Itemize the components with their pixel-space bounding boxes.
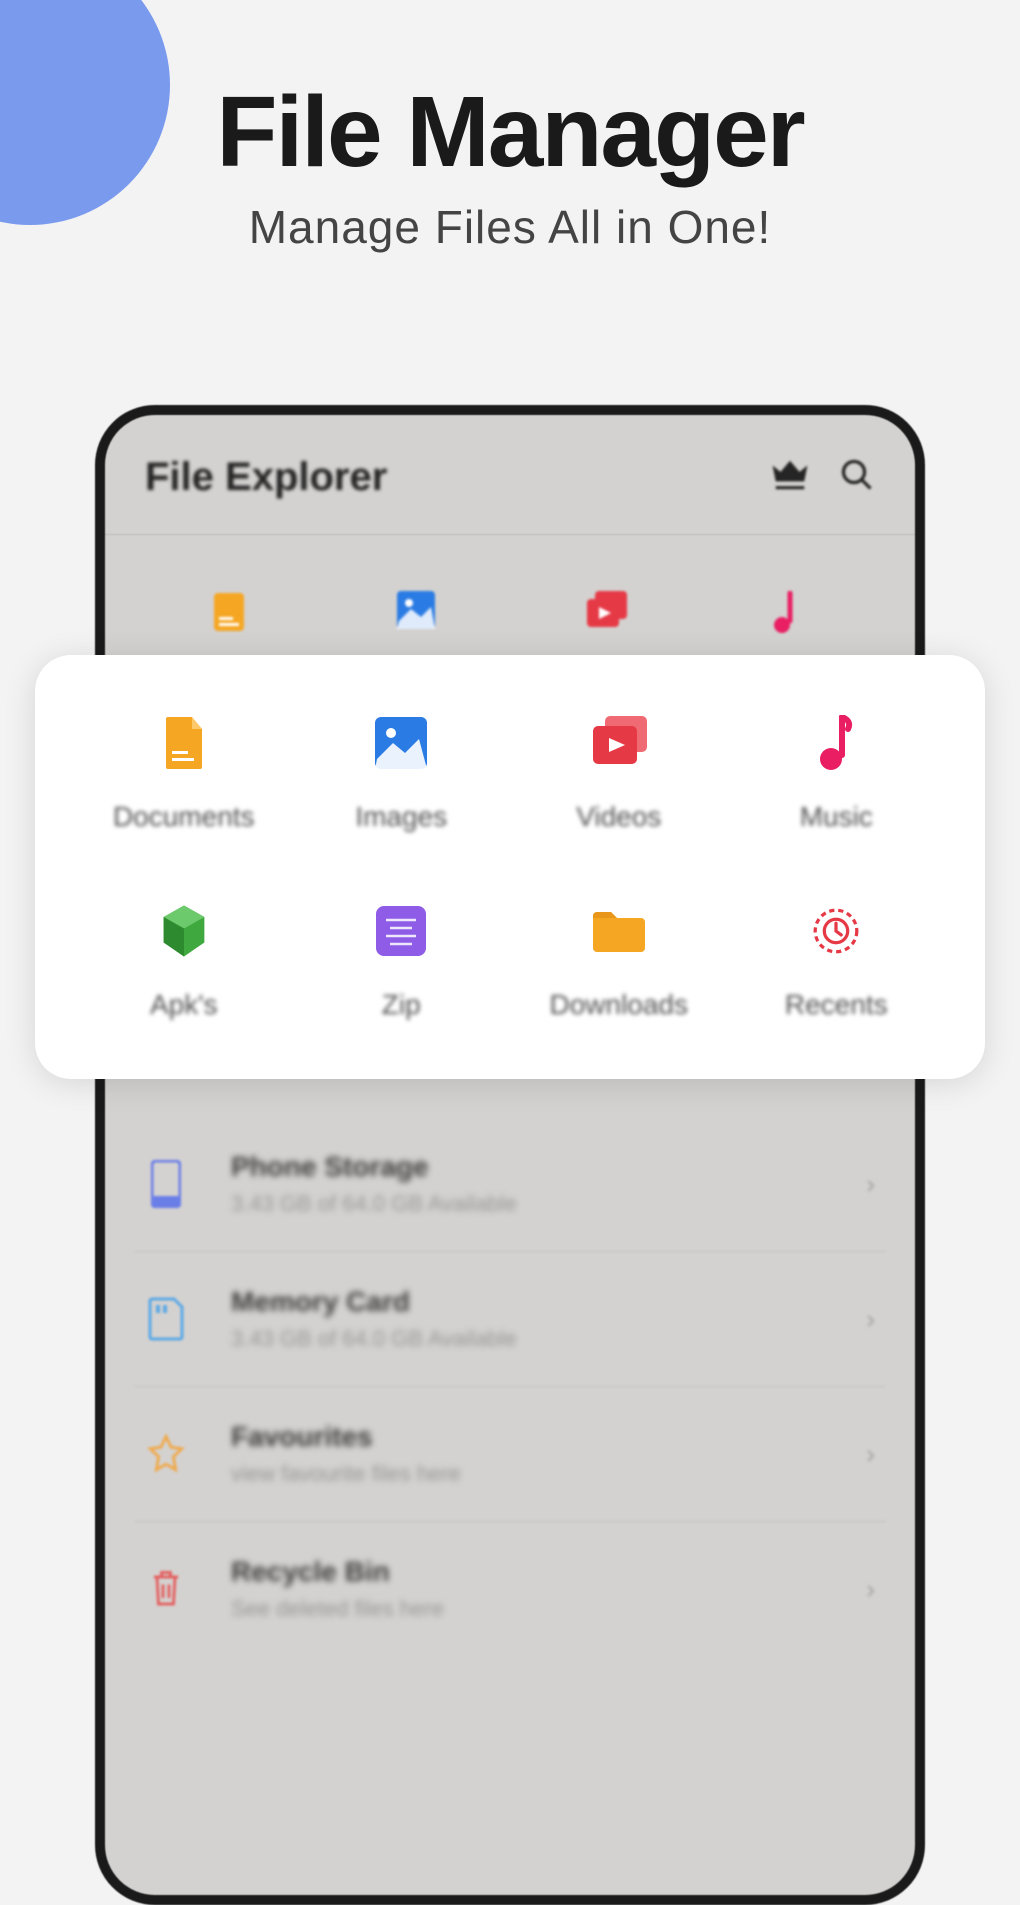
- category-apks[interactable]: Apk's: [75, 903, 293, 1021]
- storage-sub: view favourite files here: [231, 1461, 866, 1487]
- storage-recyclebin[interactable]: Recycle Bin See deleted files here ›: [135, 1521, 885, 1656]
- chevron-right-icon: ›: [866, 1574, 875, 1605]
- app-header: File Explorer: [105, 415, 915, 535]
- crown-icon[interactable]: [771, 459, 809, 496]
- storage-sub: 3.43 GB of 64.0 GB Available: [231, 1326, 866, 1352]
- app-title: File Explorer: [145, 455, 741, 500]
- hero-subtitle: Manage Files All in One!: [0, 200, 1020, 254]
- category-label: Music: [800, 801, 873, 833]
- category-label: Downloads: [549, 989, 688, 1021]
- category-documents[interactable]: Documents: [75, 715, 293, 833]
- storage-title: Recycle Bin: [231, 1556, 866, 1588]
- category-downloads[interactable]: Downloads: [510, 903, 728, 1021]
- category-recents[interactable]: Recents: [728, 903, 946, 1021]
- category-label: Recents: [785, 989, 888, 1021]
- music-icon: [808, 715, 864, 771]
- phone-storage-icon: [145, 1159, 187, 1209]
- storage-sub: See deleted files here: [231, 1596, 866, 1622]
- category-videos[interactable]: Videos: [510, 715, 728, 833]
- document-icon[interactable]: [210, 591, 248, 633]
- storage-title: Phone Storage: [231, 1151, 866, 1183]
- image-icon[interactable]: [397, 591, 435, 633]
- sdcard-icon: [145, 1294, 187, 1344]
- storage-list: Phone Storage 3.43 GB of 64.0 GB Availab…: [105, 1117, 915, 1656]
- storage-phone[interactable]: Phone Storage 3.43 GB of 64.0 GB Availab…: [135, 1117, 885, 1251]
- phone-mock: File Explorer Phone Storage 3.43 GB of 6…: [95, 405, 925, 1905]
- category-label: Documents: [113, 801, 255, 833]
- chevron-right-icon: ›: [866, 1439, 875, 1470]
- folder-icon: [591, 903, 647, 959]
- document-icon: [156, 715, 212, 771]
- category-popup: Documents Images Videos Music Apk's: [35, 655, 985, 1079]
- trash-icon: [145, 1564, 187, 1614]
- chevron-right-icon: ›: [866, 1304, 875, 1335]
- storage-sub: 3.43 GB of 64.0 GB Available: [231, 1191, 866, 1217]
- category-label: Apk's: [150, 989, 218, 1021]
- apk-icon: [156, 903, 212, 959]
- category-zip[interactable]: Zip: [293, 903, 511, 1021]
- star-outline-icon: [145, 1429, 187, 1479]
- image-icon: [373, 715, 429, 771]
- video-icon[interactable]: [585, 591, 623, 633]
- bg-decorative-circle: [0, 0, 170, 225]
- music-icon[interactable]: [772, 591, 810, 633]
- search-icon[interactable]: [839, 457, 875, 498]
- category-images[interactable]: Images: [293, 715, 511, 833]
- video-icon: [591, 715, 647, 771]
- storage-memorycard[interactable]: Memory Card 3.43 GB of 64.0 GB Available…: [135, 1251, 885, 1386]
- storage-favourites[interactable]: Favourites view favourite files here ›: [135, 1386, 885, 1521]
- storage-title: Favourites: [231, 1421, 866, 1453]
- category-label: Videos: [576, 801, 661, 833]
- zip-icon: [373, 903, 429, 959]
- category-music[interactable]: Music: [728, 715, 946, 833]
- chevron-right-icon: ›: [866, 1169, 875, 1200]
- category-label: Zip: [382, 989, 421, 1021]
- storage-title: Memory Card: [231, 1286, 866, 1318]
- recent-icon: [808, 903, 864, 959]
- category-label: Images: [355, 801, 447, 833]
